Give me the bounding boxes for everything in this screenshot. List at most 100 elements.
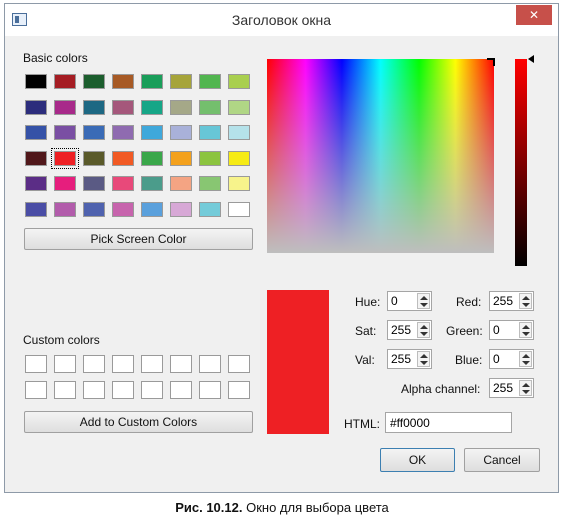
blue-label: Blue: <box>455 353 483 367</box>
pick-screen-color-button[interactable]: Pick Screen Color <box>24 228 253 250</box>
red-spinbox[interactable]: 255 <box>489 291 534 311</box>
basic-color-swatch[interactable] <box>228 74 250 89</box>
custom-color-swatch[interactable] <box>83 355 105 373</box>
basic-color-swatch[interactable] <box>83 202 105 217</box>
custom-color-swatch[interactable] <box>170 381 192 399</box>
basic-color-swatch[interactable] <box>170 176 192 192</box>
basic-color-swatch[interactable] <box>112 74 134 89</box>
basic-color-swatch[interactable] <box>54 74 76 89</box>
alpha-channel-spinbox[interactable]: 255 <box>489 378 534 398</box>
cancel-button[interactable]: Cancel <box>464 448 540 472</box>
basic-color-swatch[interactable] <box>199 125 221 141</box>
basic-color-swatch[interactable] <box>112 176 134 192</box>
basic-color-swatch[interactable] <box>199 99 221 115</box>
caption-number: Рис. 10.12. <box>175 500 243 515</box>
close-icon[interactable]: ✕ <box>516 5 552 25</box>
custom-color-swatch[interactable] <box>112 355 134 373</box>
sat-label: Sat: <box>355 324 377 338</box>
basic-color-swatch[interactable] <box>112 202 134 217</box>
custom-colors-label: Custom colors <box>23 333 100 347</box>
green-spinbox[interactable]: 0 <box>489 320 534 340</box>
custom-color-swatch[interactable] <box>54 381 76 399</box>
custom-color-swatch[interactable] <box>83 381 105 399</box>
value-slider[interactable] <box>515 59 527 266</box>
basic-color-swatch[interactable] <box>141 125 163 141</box>
basic-color-swatch[interactable] <box>112 150 134 166</box>
basic-color-swatch[interactable] <box>228 176 250 192</box>
basic-color-swatch[interactable] <box>83 99 105 115</box>
custom-color-swatch[interactable] <box>199 355 221 373</box>
green-label: Green: <box>446 324 483 338</box>
basic-color-swatch[interactable] <box>141 99 163 115</box>
val-label: Val: <box>355 353 375 367</box>
custom-color-swatch[interactable] <box>54 355 76 373</box>
hue-label: Hue: <box>355 295 381 309</box>
basic-color-swatch[interactable] <box>25 74 47 89</box>
blue-stepper[interactable] <box>519 351 532 367</box>
alpha-channel-label: Alpha channel: <box>401 382 481 396</box>
custom-color-swatch[interactable] <box>170 355 192 373</box>
blue-spinbox[interactable]: 0 <box>489 349 534 369</box>
title-bar[interactable]: Заголовок окна ✕ <box>5 4 558 36</box>
hue-saturation-picker[interactable] <box>267 58 495 253</box>
basic-color-swatch[interactable] <box>199 202 221 217</box>
basic-color-swatch[interactable] <box>170 150 192 166</box>
basic-color-swatch[interactable] <box>83 125 105 141</box>
html-color-input[interactable]: #ff0000 <box>385 412 512 433</box>
alpha-stepper[interactable] <box>519 380 532 396</box>
green-stepper[interactable] <box>519 322 532 338</box>
basic-color-swatch[interactable] <box>170 202 192 217</box>
val-stepper[interactable] <box>417 351 430 367</box>
value-slider-arrow-icon[interactable] <box>528 55 534 63</box>
basic-color-swatch[interactable] <box>141 74 163 89</box>
hue-value: 0 <box>391 294 398 308</box>
basic-color-swatch[interactable] <box>83 150 105 166</box>
basic-color-swatch[interactable] <box>25 176 47 192</box>
basic-color-swatch[interactable] <box>54 125 76 141</box>
red-stepper[interactable] <box>519 293 532 309</box>
basic-color-swatch[interactable] <box>112 125 134 141</box>
custom-color-swatch[interactable] <box>141 355 163 373</box>
val-spinbox[interactable]: 255 <box>387 349 432 369</box>
basic-color-swatch[interactable] <box>170 74 192 89</box>
basic-color-swatch[interactable] <box>228 125 250 141</box>
add-to-custom-colors-button[interactable]: Add to Custom Colors <box>24 411 253 433</box>
basic-color-swatch[interactable] <box>54 202 76 217</box>
basic-color-swatch[interactable] <box>83 176 105 192</box>
custom-color-swatch[interactable] <box>25 381 47 399</box>
basic-color-swatch[interactable] <box>54 176 76 192</box>
custom-color-swatch[interactable] <box>228 381 250 399</box>
hue-spinbox[interactable]: 0 <box>387 291 432 311</box>
basic-color-swatch[interactable] <box>54 99 76 115</box>
basic-color-swatch[interactable] <box>141 202 163 217</box>
custom-color-swatch[interactable] <box>228 355 250 373</box>
basic-color-swatch[interactable] <box>112 99 134 115</box>
sat-stepper[interactable] <box>417 322 430 338</box>
basic-color-swatch[interactable] <box>199 150 221 166</box>
basic-color-swatch[interactable] <box>25 150 47 166</box>
basic-color-swatch[interactable] <box>199 74 221 89</box>
basic-color-swatch[interactable] <box>51 147 79 169</box>
custom-color-swatch[interactable] <box>25 355 47 373</box>
green-value: 0 <box>493 323 500 337</box>
sat-spinbox[interactable]: 255 <box>387 320 432 340</box>
basic-color-swatch[interactable] <box>170 99 192 115</box>
basic-color-swatch[interactable] <box>141 176 163 192</box>
basic-color-swatch[interactable] <box>228 202 250 217</box>
hue-stepper[interactable] <box>417 293 430 309</box>
basic-color-swatch[interactable] <box>25 99 47 115</box>
basic-color-swatch[interactable] <box>228 150 250 166</box>
basic-color-swatch[interactable] <box>25 125 47 141</box>
basic-color-swatch[interactable] <box>25 202 47 217</box>
red-value: 255 <box>493 294 514 308</box>
ok-button[interactable]: OK <box>380 448 455 472</box>
basic-color-swatch[interactable] <box>199 176 221 192</box>
basic-color-swatch[interactable] <box>83 74 105 89</box>
custom-color-swatch[interactable] <box>199 381 221 399</box>
custom-color-swatch[interactable] <box>112 381 134 399</box>
basic-color-swatch[interactable] <box>228 99 250 115</box>
custom-color-swatch[interactable] <box>141 381 163 399</box>
basic-color-swatch[interactable] <box>170 125 192 141</box>
basic-color-swatch[interactable] <box>141 150 163 166</box>
html-label: HTML: <box>344 417 380 431</box>
